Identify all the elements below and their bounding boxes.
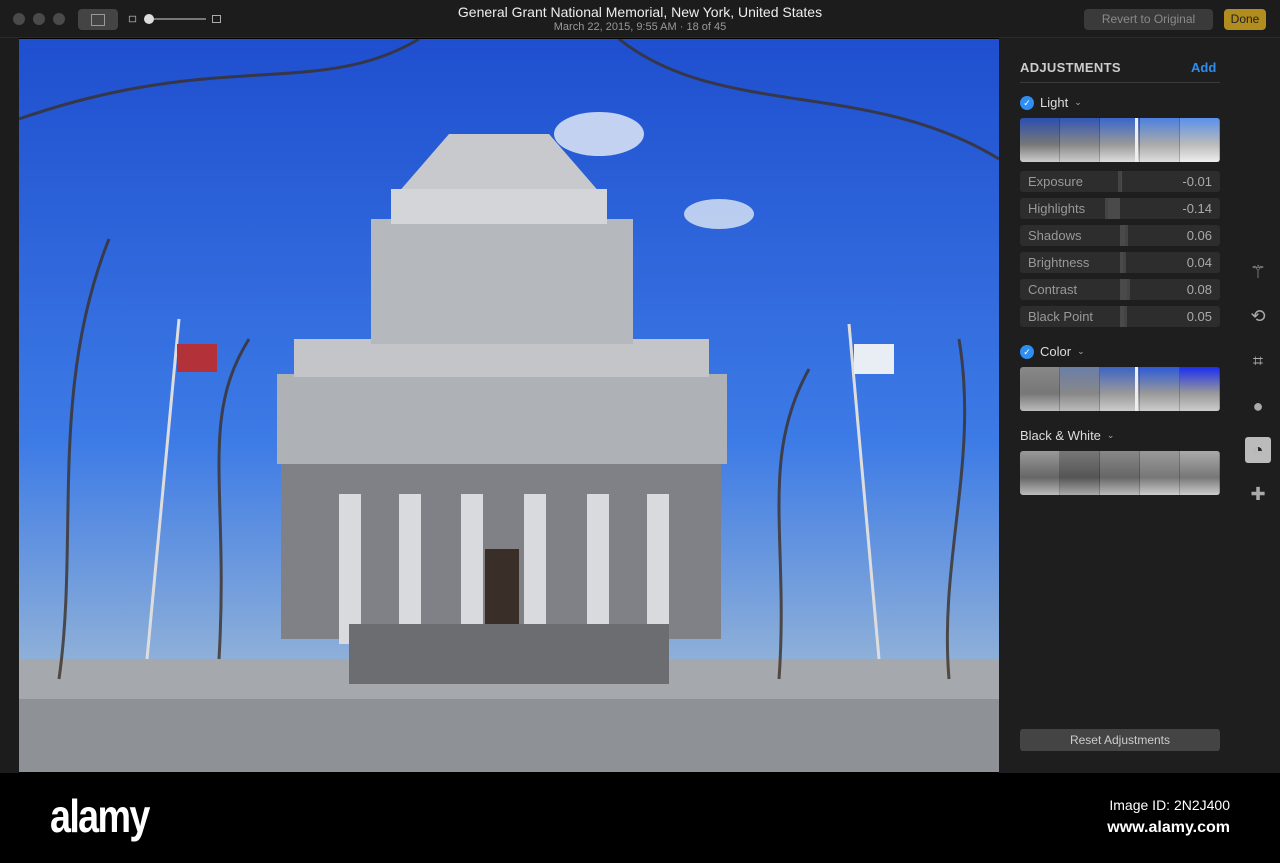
slider-label: Shadows: [1028, 228, 1082, 243]
slider-label: Brightness: [1028, 255, 1090, 270]
image-id: Image ID: 2N2J400: [1109, 797, 1230, 813]
slider-shadows[interactable]: Shadows 0.06: [1020, 225, 1220, 246]
adjustments-panel: ADJUSTMENTS Add ✓ Light ⌄ Exposure -0.01 H…: [999, 38, 1280, 773]
slider-value: 0.04: [1186, 255, 1212, 270]
crop-icon[interactable]: ⌗: [1245, 348, 1271, 374]
retouch-icon[interactable]: ✚: [1245, 481, 1271, 507]
slider-label: Exposure: [1028, 174, 1083, 189]
add-adjustment-button[interactable]: Add: [1191, 60, 1216, 75]
slider-label: Contrast: [1028, 282, 1078, 297]
rotate-icon[interactable]: ⟲: [1245, 303, 1271, 329]
site-url: www.alamy.com: [1107, 819, 1230, 836]
adjustments-heading: ADJUSTMENTS: [1020, 60, 1121, 75]
slider-exposure[interactable]: Exposure -0.01: [1020, 171, 1220, 192]
adjust-icon[interactable]: ◔: [1245, 437, 1271, 463]
photo: [19, 39, 999, 772]
chevron-down-icon: ⌄: [1077, 346, 1085, 356]
slider-value: -0.01: [1182, 174, 1212, 189]
slider-handle[interactable]: [1123, 252, 1126, 273]
slider-value: -0.14: [1182, 201, 1212, 216]
light-label: Light: [1040, 95, 1069, 110]
divider: [1020, 82, 1220, 83]
bw-label: Black & White: [1020, 428, 1101, 443]
slider-highlights[interactable]: Highlights -0.14: [1020, 198, 1220, 219]
light-filmstrip-slider[interactable]: [1020, 118, 1220, 162]
slider-value: 0.08: [1186, 282, 1212, 297]
slider-handle[interactable]: [1127, 279, 1130, 300]
alamy-logo: alamy: [50, 790, 150, 842]
magic-wand-icon[interactable]: ⚚: [1245, 259, 1271, 285]
slider-handle[interactable]: [1125, 225, 1128, 246]
chevron-down-icon: ⌄: [1074, 97, 1082, 107]
photo-image: [19, 39, 999, 772]
filters-icon[interactable]: ●: [1245, 393, 1271, 419]
slider-value: 0.06: [1186, 228, 1212, 243]
slider-brightness[interactable]: Brightness 0.04: [1020, 252, 1220, 273]
done-button[interactable]: Done: [1224, 9, 1266, 30]
title-bar: General Grant National Memorial, New Yor…: [0, 0, 1280, 38]
slider-label: Highlights: [1028, 201, 1086, 216]
slider-handle[interactable]: [1105, 198, 1108, 219]
bw-filmstrip-slider[interactable]: [1020, 451, 1220, 495]
slider-value: 0.05: [1186, 309, 1212, 324]
watermark-footer: alamy Image ID: 2N2J400 www.alamy.com: [0, 773, 1280, 863]
slider-handle[interactable]: [1118, 171, 1121, 192]
slider-label: Black Point: [1028, 309, 1094, 324]
checkmark-icon[interactable]: ✓: [1020, 344, 1034, 359]
revert-to-original-button[interactable]: Revert to Original: [1084, 9, 1213, 30]
color-section-header[interactable]: ✓ Color ⌄: [1020, 344, 1085, 359]
chevron-down-icon: ⌄: [1106, 430, 1115, 440]
slider-contrast[interactable]: Contrast 0.08: [1020, 279, 1220, 300]
light-section-header[interactable]: ✓ Light ⌄: [1020, 95, 1082, 110]
slider-black-point[interactable]: Black Point 0.05: [1020, 306, 1220, 327]
color-label: Color: [1040, 344, 1072, 359]
left-margin: [0, 38, 19, 773]
bw-section-header[interactable]: Black & White ⌄: [1020, 428, 1114, 443]
checkmark-icon[interactable]: ✓: [1020, 95, 1034, 110]
reset-adjustments-button[interactable]: Reset Adjustments: [1020, 729, 1220, 751]
slider-handle[interactable]: [1124, 306, 1127, 327]
light-slider-handle[interactable]: [1135, 118, 1138, 162]
slider-fill: [1106, 198, 1120, 219]
color-filmstrip-slider[interactable]: [1020, 367, 1220, 411]
color-slider-handle[interactable]: [1135, 367, 1138, 411]
